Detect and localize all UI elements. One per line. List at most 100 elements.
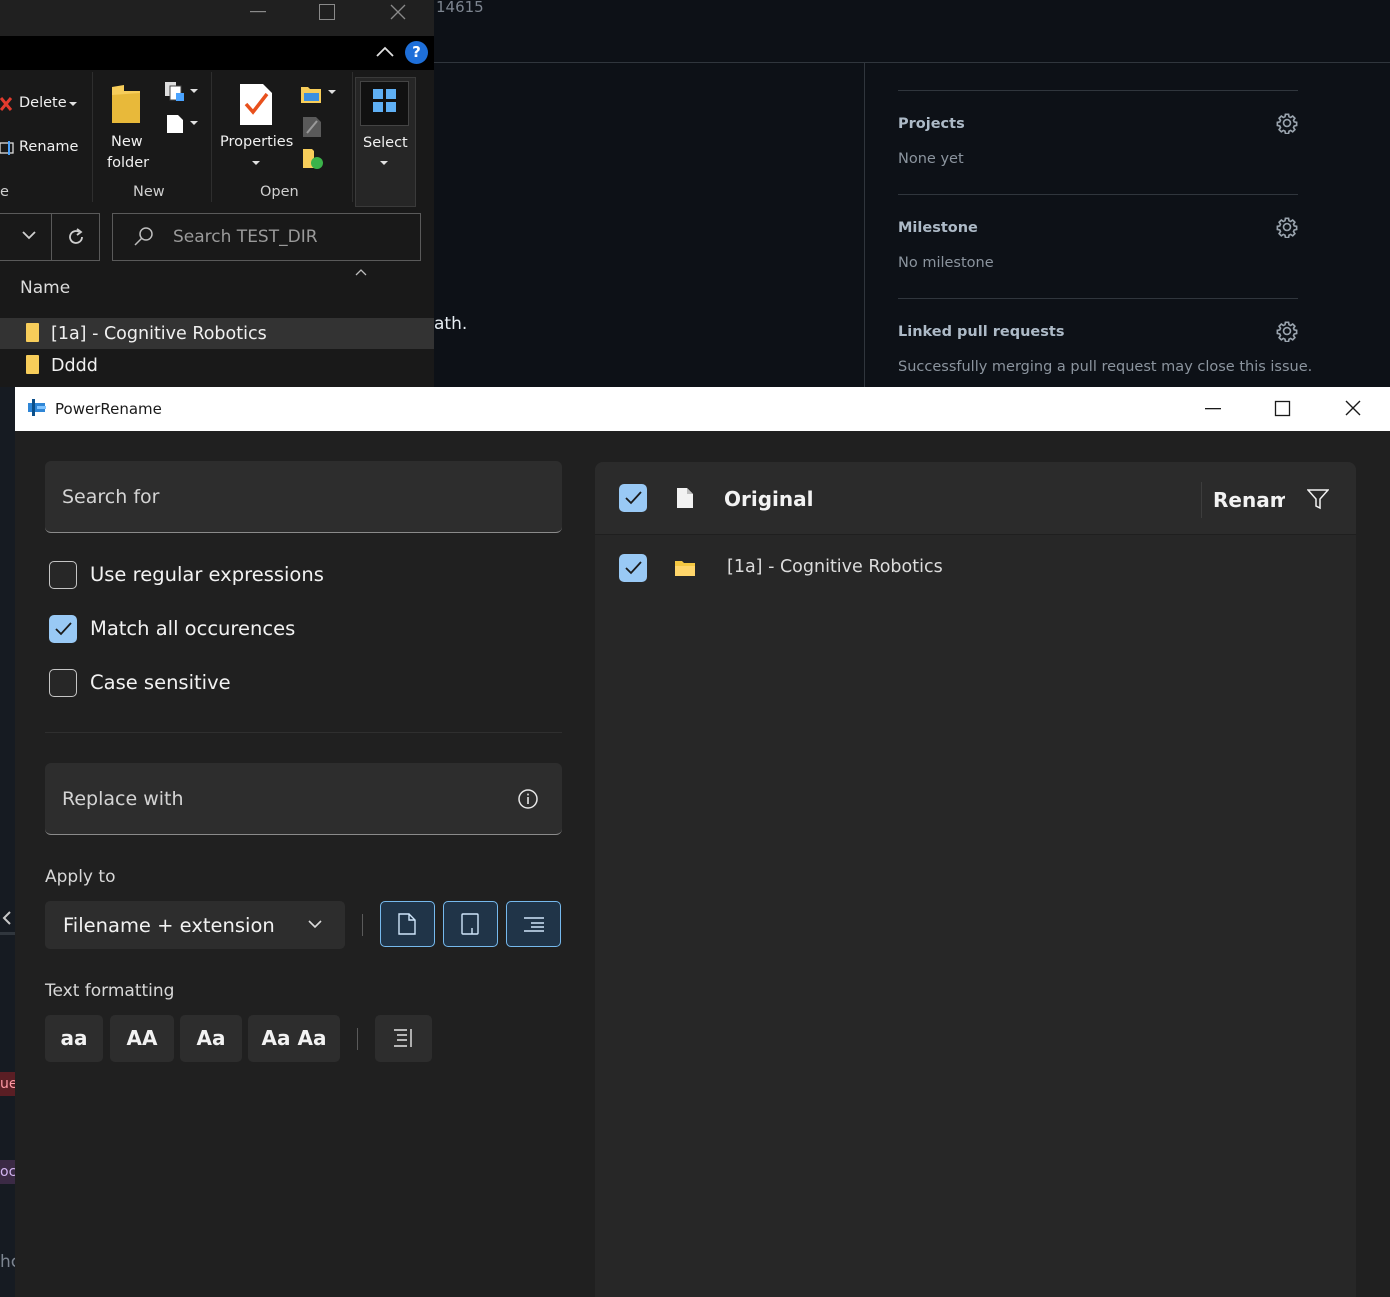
subfolder-icon <box>524 917 544 932</box>
select-all-checkbox[interactable] <box>619 484 647 512</box>
edit-icon[interactable] <box>302 116 322 138</box>
case-sensitive-checkbox[interactable] <box>49 669 77 697</box>
file-icon[interactable] <box>676 487 694 509</box>
chevron-down-icon[interactable] <box>69 102 77 106</box>
collapse-ribbon-icon[interactable] <box>376 46 394 57</box>
match-all-checkbox[interactable] <box>49 615 77 643</box>
search-for-input[interactable]: Search for <box>62 486 159 508</box>
organize-group-label: e <box>0 184 9 200</box>
text-formatting-label: Text formatting <box>45 981 175 1001</box>
capitalize-each-word-button[interactable]: Aa Aa <box>248 1015 340 1062</box>
file-name[interactable]: [1a] - Cognitive Robotics <box>51 324 267 344</box>
use-regex-label[interactable]: Use regular expressions <box>90 563 324 586</box>
case-sensitive-label[interactable]: Case sensitive <box>90 671 231 694</box>
enumerate-icon <box>394 1029 412 1047</box>
select-button[interactable]: Select <box>355 77 416 207</box>
include-subfolders-toggle[interactable] <box>506 901 561 947</box>
ribbon-tabbar: ? <box>0 36 434 70</box>
divider <box>1201 482 1202 518</box>
apply-to-value: Filename + extension <box>63 914 275 937</box>
titlecase-button[interactable]: Aa <box>180 1015 242 1062</box>
milestone-title: Milestone <box>898 220 978 236</box>
checkmark-icon <box>55 622 72 636</box>
divider <box>898 298 1298 299</box>
maximize-icon[interactable] <box>319 4 335 20</box>
help-icon[interactable]: ? <box>405 41 428 64</box>
chevron-down-icon[interactable] <box>328 90 336 94</box>
linked-prs-title: Linked pull requests <box>898 324 1065 340</box>
milestone-value: No milestone <box>898 255 994 271</box>
column-rename: Rename <box>1213 488 1285 512</box>
checkmark-icon <box>625 561 642 575</box>
include-files-toggle[interactable] <box>380 901 435 947</box>
divider <box>362 914 363 936</box>
powerrename-app-icon <box>28 399 46 416</box>
history-icon[interactable] <box>302 148 324 170</box>
preview-panel: Original Rename [1a] - Cognitive Robotic… <box>595 462 1356 1297</box>
column-original: Original <box>724 487 814 511</box>
properties-label: Properties <box>220 134 294 150</box>
gear-icon[interactable] <box>1276 112 1298 134</box>
divider <box>0 932 15 935</box>
replace-with-input[interactable]: Replace with <box>62 788 184 810</box>
divider <box>92 72 93 202</box>
easy-access-icon[interactable] <box>166 112 184 134</box>
row-original-name: [1a] - Cognitive Robotics <box>727 557 943 577</box>
search-for-field[interactable]: Search for <box>45 461 562 533</box>
open-icon[interactable] <box>300 84 322 104</box>
file-explorer-window: ? Delete Rename e New folder New Propert… <box>0 0 434 388</box>
maximize-icon[interactable] <box>1267 396 1297 422</box>
close-icon[interactable] <box>390 4 406 20</box>
folder-icon <box>26 355 39 374</box>
gear-icon[interactable] <box>1276 216 1298 238</box>
filter-icon[interactable] <box>1307 488 1329 510</box>
open-group-label: Open <box>260 184 299 200</box>
divider <box>898 90 1298 91</box>
enumerate-button[interactable] <box>375 1015 432 1062</box>
file-name[interactable]: Dddd <box>51 356 98 376</box>
search-box[interactable]: Search TEST_DIR <box>112 213 421 261</box>
include-folders-toggle[interactable] <box>443 901 498 947</box>
divider <box>352 72 353 202</box>
divider <box>898 194 1298 195</box>
select-icon <box>373 89 396 112</box>
divider <box>45 732 562 733</box>
select-icon-frame <box>360 81 409 126</box>
chevron-down-icon[interactable] <box>190 89 198 93</box>
apply-to-dropdown[interactable]: Filename + extension <box>45 901 345 949</box>
divider <box>357 1028 358 1050</box>
apply-to-label: Apply to <box>45 867 116 887</box>
chevron-down-icon[interactable] <box>190 121 198 125</box>
new-folder-label-line2: folder <box>107 155 150 171</box>
search-input[interactable]: Search TEST_DIR <box>173 227 318 247</box>
replace-with-field[interactable]: Replace with <box>45 763 562 835</box>
rename-button[interactable]: Rename <box>19 139 78 155</box>
explorer-titlebar <box>0 0 434 36</box>
projects-value: None yet <box>898 151 964 167</box>
label-fragment: oc <box>0 1160 15 1184</box>
chevron-down-icon[interactable] <box>22 231 36 240</box>
lowercase-button[interactable]: aa <box>45 1015 103 1062</box>
delete-button[interactable]: Delete <box>19 95 67 111</box>
column-header-name[interactable]: Name <box>20 278 70 298</box>
folder-outline-icon <box>461 913 479 935</box>
use-regex-checkbox[interactable] <box>49 561 77 589</box>
refresh-icon[interactable] <box>67 228 85 246</box>
new-item-icon[interactable] <box>164 81 186 103</box>
minimize-icon[interactable] <box>1198 396 1228 422</box>
folder-icon <box>675 561 695 576</box>
chevron-left-icon[interactable] <box>2 910 12 926</box>
chevron-down-icon <box>252 161 260 165</box>
search-icon <box>134 227 153 246</box>
divider <box>211 72 212 202</box>
window-title: PowerRename <box>55 400 162 418</box>
divider <box>434 62 1390 63</box>
close-icon[interactable] <box>1338 396 1368 422</box>
match-all-label[interactable]: Match all occurences <box>90 617 295 640</box>
address-bar[interactable] <box>0 213 100 261</box>
minimize-icon[interactable] <box>250 11 266 13</box>
info-icon[interactable] <box>517 788 539 810</box>
uppercase-button[interactable]: AA <box>110 1015 174 1062</box>
row-checkbox[interactable] <box>619 554 647 582</box>
gear-icon[interactable] <box>1276 320 1298 342</box>
